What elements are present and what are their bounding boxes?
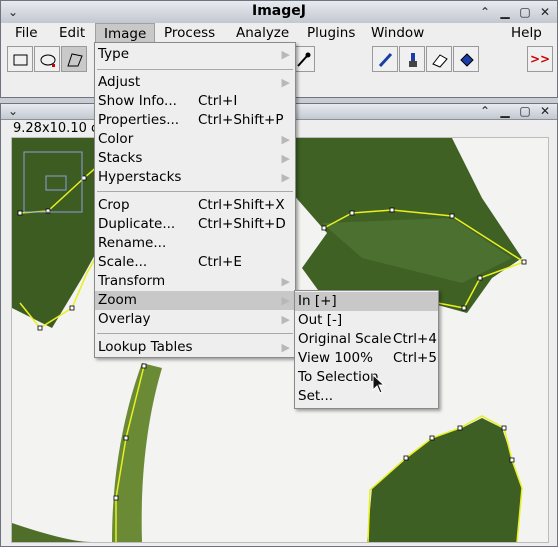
flood-fill-icon[interactable] xyxy=(453,46,479,72)
menu-plugins[interactable]: Plugins xyxy=(299,23,363,44)
image-shade-icon[interactable]: ⌃ xyxy=(477,103,493,119)
menu-help[interactable]: Help xyxy=(503,23,550,44)
menu-item-rename[interactable]: Rename... xyxy=(95,234,295,253)
rectangle-tool-icon[interactable] xyxy=(7,46,33,72)
menu-file[interactable]: File xyxy=(7,23,46,44)
menu-item-show-info[interactable]: Show Info... Ctrl+I xyxy=(95,92,295,111)
submenu-arrow-icon: ▶ xyxy=(281,76,290,89)
menu-separator xyxy=(97,191,293,192)
brush-tool-icon[interactable] xyxy=(399,46,425,72)
menu-analyze[interactable]: Analyze xyxy=(228,23,297,44)
menu-item-lookup-tables[interactable]: Lookup Tables ▶ xyxy=(95,338,295,357)
menu-process[interactable]: Process xyxy=(156,23,223,44)
menu-item-crop[interactable]: Crop Ctrl+Shift+X xyxy=(95,196,295,215)
menu-item-stacks[interactable]: Stacks ▶ xyxy=(95,149,295,168)
menu-image[interactable]: Image xyxy=(95,23,156,44)
shade-icon[interactable]: ⌃ xyxy=(477,4,493,20)
menu-separator xyxy=(97,69,293,70)
title-bar[interactable]: ⌄ ImageJ ⌃ ▁ ▢ ✕ xyxy=(1,1,557,24)
menu-item-original-scale[interactable]: Original Scale Ctrl+4 xyxy=(295,330,438,349)
menu-item-overlay[interactable]: Overlay ▶ xyxy=(95,310,295,329)
menu-edit[interactable]: Edit xyxy=(51,23,93,44)
submenu-arrow-icon: ▶ xyxy=(281,341,290,354)
menu-item-zoom[interactable]: Zoom ▶ xyxy=(95,291,295,310)
image-menu: Type ▶ Adjust ▶ Show Info... Ctrl+I Propert… xyxy=(94,42,296,358)
polygon-tool-icon[interactable] xyxy=(61,46,87,72)
menu-item-to-selection[interactable]: To Selection xyxy=(295,368,438,387)
eraser-tool-icon[interactable] xyxy=(426,46,452,72)
menu-item-duplicate[interactable]: Duplicate... Ctrl+Shift+D xyxy=(95,215,295,234)
image-maximize-icon[interactable]: ▢ xyxy=(517,103,533,119)
image-close-icon[interactable]: ✕ xyxy=(537,103,553,119)
menu-item-hyperstacks[interactable]: Hyperstacks ▶ xyxy=(95,168,295,187)
menu-item-color[interactable]: Color ▶ xyxy=(95,130,295,149)
mouse-cursor-icon xyxy=(372,374,386,394)
pencil-tool-icon[interactable] xyxy=(372,46,398,72)
app-title: ImageJ xyxy=(252,3,306,19)
menu-item-view-100[interactable]: View 100% Ctrl+5 xyxy=(295,349,438,368)
menu-item-set[interactable]: Set... xyxy=(295,387,438,406)
submenu-arrow-icon: ▶ xyxy=(281,313,290,326)
submenu-arrow-icon: ▶ xyxy=(281,294,290,307)
image-minimize-icon[interactable]: ▁ xyxy=(497,103,513,119)
submenu-arrow-icon: ▶ xyxy=(281,133,290,146)
menu-window[interactable]: Window xyxy=(363,23,432,44)
submenu-arrow-icon: ▶ xyxy=(281,275,290,288)
menu-item-zoom-out[interactable]: Out [-] xyxy=(295,311,438,330)
menu-item-transform[interactable]: Transform ▶ xyxy=(95,272,295,291)
menu-bar: File Edit Image Process Analyze Plugins … xyxy=(1,23,557,44)
maximize-icon[interactable]: ▢ xyxy=(517,4,533,20)
more-tools-button[interactable]: >> xyxy=(527,46,553,72)
submenu-arrow-icon: ▶ xyxy=(281,171,290,184)
submenu-arrow-icon: ▶ xyxy=(281,152,290,165)
oval-tool-icon[interactable] xyxy=(34,46,60,72)
menu-item-adjust[interactable]: Adjust ▶ xyxy=(95,73,295,92)
menu-separator xyxy=(97,333,293,334)
image-window-menu-icon[interactable]: ⌄ xyxy=(5,103,21,119)
zoom-submenu: In [+] Out [-] Original Scale Ctrl+4 View… xyxy=(294,290,439,409)
minimize-icon[interactable]: ▁ xyxy=(497,4,513,20)
menu-item-properties[interactable]: Properties... Ctrl+Shift+P xyxy=(95,111,295,130)
menu-item-type[interactable]: Type ▶ xyxy=(95,45,295,64)
menu-item-zoom-in[interactable]: In [+] xyxy=(295,292,438,311)
menu-item-scale[interactable]: Scale... Ctrl+E xyxy=(95,253,295,272)
submenu-arrow-icon: ▶ xyxy=(281,48,290,61)
close-icon[interactable]: ✕ xyxy=(537,4,553,20)
